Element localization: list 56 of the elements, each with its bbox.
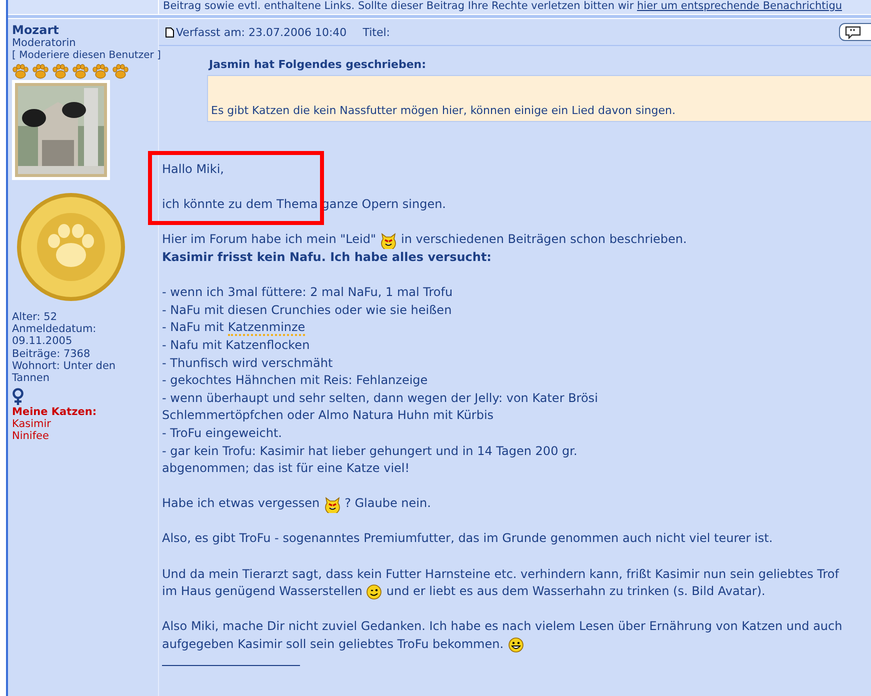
quote-button[interactable] — [839, 23, 871, 41]
post-text: - gekochtes Hähnchen mit Reis: Fehlanzeige — [162, 372, 428, 390]
post-text: Kasimir frisst kein Nafu. Ich habe alles versucht: — [162, 248, 492, 266]
post-text: - NaFu mit — [162, 319, 224, 336]
grinning-smiley-icon — [508, 636, 524, 653]
cat-name: Ninifee — [12, 430, 49, 442]
paw-icon — [12, 64, 29, 79]
post-text: Also Miki, mache Dir nicht zuviel Gedanken. Ich habe es nach vielem Lesen über Ernährung von Katzen und auch — [162, 618, 842, 636]
quote-author: Jasmin hat Folgendes geschrieben: — [209, 58, 428, 72]
speech-bubble-icon — [844, 25, 862, 39]
post-text: - Thunfisch wird verschmäht — [162, 354, 333, 372]
winking-smiley-icon — [366, 584, 382, 600]
post-text: - gar kein Trofu: Kasimir hat lieber gehungert und in 14 Tagen 200 gr. — [162, 442, 578, 460]
post-text: in verschiedenen Beiträgen schon beschrieben. — [400, 231, 687, 248]
paw-icon — [72, 64, 89, 79]
post-text: - NaFu mit diesen Crunchies oder wie sie heißen — [162, 302, 452, 319]
post-icon — [165, 26, 174, 38]
paw-icon — [92, 64, 109, 79]
quote-text: Es gibt Katzen die kein Nassfutter mögen hier, können einige ein Lied davon singen. — [207, 75, 871, 122]
post-text: - wenn überhaupt und sehr selten, dann wegen der Jelly: von Kater Brösi — [162, 390, 598, 407]
post-text: Hallo Miki, — [162, 161, 224, 178]
post-text: - TroFu eingeweicht. — [162, 424, 282, 442]
profile-detail: Wohnort: Unter den — [12, 360, 116, 372]
post-text: Also, es gibt TroFu - sogenanntes Premiumfutter, das im Grunde genommen auch nicht viel teurer ist. — [162, 530, 773, 548]
post-text: Schlemmertöpfchen oder Almo Natura Huhn mit Kürbis — [162, 407, 494, 424]
paw-icon — [32, 64, 49, 79]
female-icon — [12, 388, 24, 406]
post-text: - Nafu mit Katzenflocken — [162, 336, 310, 354]
paw-icon — [52, 64, 69, 79]
user-rank: Moderatorin — [12, 37, 76, 50]
profile-detail: Anmeldedatum: — [12, 323, 98, 336]
post-date: Verfasst am: 23.07.2006 10:40 — [176, 26, 347, 38]
post-text: im Haus genügend Wasserstellen — [162, 583, 362, 600]
profile-detail: Beiträge: 7368 — [12, 348, 92, 360]
devil-smiley-icon — [380, 232, 397, 249]
cats-label: Meine Katzen: — [12, 406, 97, 418]
post-text: - wenn ich 3mal füttere: 2 mal NaFu, 1 mal Trofu — [162, 284, 453, 302]
post-text: Und da mein Tierarzt sagt, dass kein Futter Harnsteine etc. verhindern kann, frißt Kasimir nun sein geliebtes Trof — [162, 566, 839, 583]
notice-link[interactable]: hier um entsprechende Benachrichtigu — [637, 0, 842, 12]
profile-detail: Alter: 52 — [12, 311, 58, 324]
cat-name: Kasimir — [12, 418, 51, 430]
post-text: Hier im Forum habe ich mein "Leid" — [162, 231, 376, 248]
title-label: Titel: — [362, 26, 390, 38]
moderate-link[interactable]: [ Moderiere diesen Benutzer ] — [12, 50, 161, 62]
keyword-link[interactable]: Katzenminze — [228, 320, 306, 336]
post-text: und er liebt es aus dem Wasserhahn zu trinken (s. Bild Avatar). — [386, 583, 766, 600]
post-text: aufgegeben Kasimir soll sein geliebtes TroFu bekommen. — [162, 636, 504, 654]
profile-detail: Tannen — [12, 372, 51, 384]
post-text: ? Glaube nein. — [344, 495, 431, 512]
post-text: abgenommen; das ist für eine Katze viel! — [162, 460, 410, 478]
username[interactable]: Mozart — [12, 23, 59, 37]
profile-detail: 09.11.2005 — [12, 335, 74, 348]
paw-icon — [112, 64, 129, 79]
post-text: Habe ich etwas vergessen — [162, 495, 320, 512]
devil-smiley-icon — [324, 496, 341, 513]
notice-text: Beitrag sowie evtl. enthaltene Links. Sollte dieser Beitrag Ihre Rechte verletzen bitten wir — [163, 0, 634, 12]
